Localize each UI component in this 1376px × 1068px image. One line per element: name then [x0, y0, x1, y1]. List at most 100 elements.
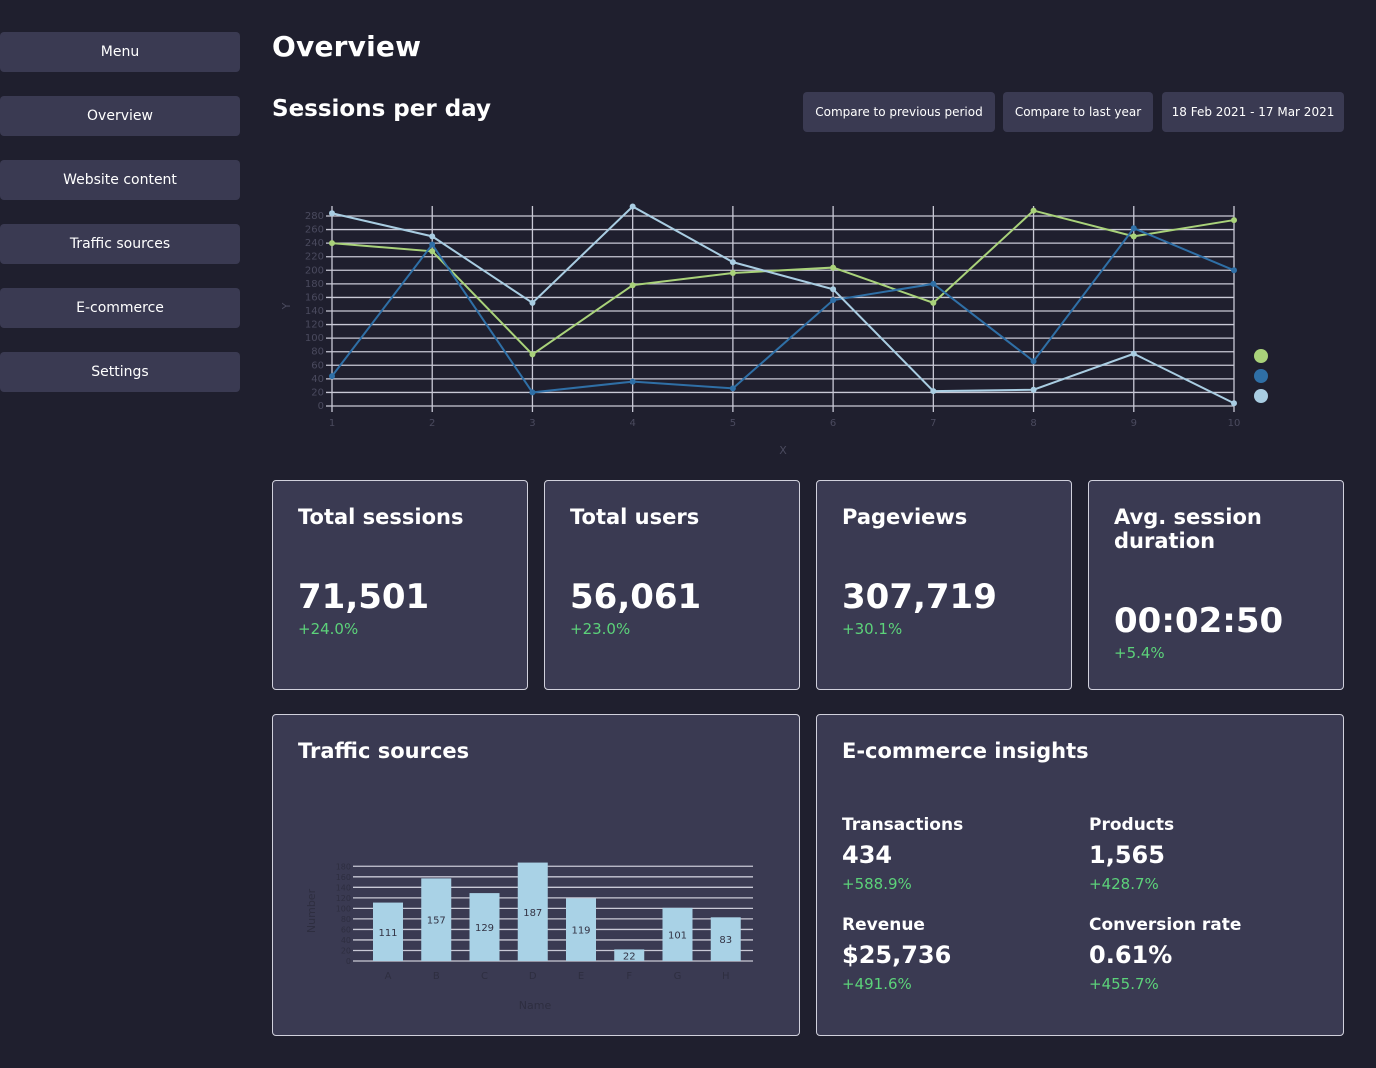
bar-value-label: 111 — [378, 928, 397, 939]
data-point-c — [529, 299, 536, 306]
stat-title: Total users — [570, 505, 700, 529]
conversion-rate-label: Conversion rate — [1089, 915, 1242, 935]
data-point-a — [529, 351, 536, 358]
conversion-rate-value: 0.61% — [1089, 941, 1173, 969]
y-tick-label: 0 — [346, 957, 351, 966]
data-point-b — [930, 280, 937, 287]
y-tick-label: 80 — [311, 347, 324, 358]
page-title: Overview — [272, 30, 422, 63]
data-point-a — [930, 299, 937, 306]
y-tick-label: 160 — [305, 292, 324, 303]
data-point-a — [1231, 217, 1237, 224]
x-tick-label: H — [722, 971, 730, 982]
data-point-a — [1130, 233, 1137, 240]
x-tick-label: 9 — [1131, 418, 1137, 429]
sidebar-item-traffic-sources[interactable]: Traffic sources — [0, 224, 240, 264]
bar-value-label: 101 — [668, 930, 687, 941]
data-point-a — [629, 282, 636, 289]
sidebar-item-e-commerce[interactable]: E-commerce — [0, 288, 240, 328]
transactions-change: +588.9% — [842, 875, 912, 893]
stat-title: Avg. session duration — [1114, 505, 1262, 553]
compare-last-year-button[interactable]: Compare to last year — [1003, 92, 1153, 132]
y-axis-label: Number — [305, 888, 318, 933]
y-tick-label: 140 — [336, 883, 351, 892]
bar-value-label: 187 — [523, 908, 542, 919]
data-point-c — [629, 203, 636, 210]
traffic-bar-chart: 0 2040 6080 100120 140160 180 111 A 157 B 129 C 187 D… — [305, 862, 753, 1012]
data-point-c — [429, 233, 436, 240]
x-tick-label: 6 — [830, 418, 836, 429]
data-point-a — [830, 264, 837, 271]
legend-marker-a — [1254, 349, 1268, 363]
stat-card-total-sessions: Total sessions 71,501 +24.0% — [272, 480, 528, 690]
x-tick-label: C — [481, 971, 488, 982]
sessions-chart-title: Sessions per day — [272, 96, 491, 122]
x-tick-label: 10 — [1228, 418, 1241, 429]
y-tick-label: 60 — [311, 360, 324, 371]
y-tick-label: 120 — [305, 320, 324, 331]
bar-value-label: 83 — [719, 935, 732, 946]
stat-card-avg-session-duration: Avg. session duration 00:02:50 +5.4% — [1088, 480, 1344, 690]
transactions-label: Transactions — [842, 815, 964, 835]
sidebar-item-settings[interactable]: Settings — [0, 352, 240, 392]
y-tick-label: 120 — [336, 894, 351, 903]
compare-previous-period-button[interactable]: Compare to previous period — [803, 92, 995, 132]
stat-title: Total sessions — [298, 505, 464, 529]
date-range-button[interactable]: 18 Feb 2021 - 17 Mar 2021 — [1162, 92, 1344, 132]
x-tick-label: A — [385, 971, 392, 982]
revenue-change: +491.6% — [842, 975, 912, 993]
stat-change: +30.1% — [842, 620, 903, 638]
series-line-c — [331, 205, 1235, 405]
x-tick-label: E — [578, 971, 584, 982]
data-point-c — [729, 259, 736, 266]
x-tick-label: 2 — [429, 418, 435, 429]
sidebar-item-menu[interactable]: Menu — [0, 32, 240, 72]
x-tick-label: 4 — [629, 418, 635, 429]
x-axis-label: Name — [519, 999, 552, 1012]
conversion-rate-change: +455.7% — [1089, 975, 1159, 993]
stat-card-total-users: Total users 56,061 +23.0% — [544, 480, 800, 690]
y-tick-label: 100 — [305, 333, 324, 344]
products-value: 1,565 — [1089, 841, 1165, 869]
data-point-c — [1130, 350, 1137, 357]
data-point-b — [529, 389, 536, 396]
x-tick-label: G — [674, 971, 682, 982]
stat-card-pageviews: Pageviews 307,719 +30.1% — [816, 480, 1072, 690]
data-point-b — [629, 378, 636, 385]
y-tick-label: 260 — [305, 225, 324, 236]
data-point-b — [729, 385, 736, 392]
bar-value-label: 22 — [623, 951, 636, 962]
y-tick-label: 180 — [305, 279, 324, 290]
ecommerce-title: E-commerce insights — [842, 739, 1089, 763]
data-point-a — [329, 240, 335, 247]
y-tick-label: 140 — [305, 306, 324, 317]
x-tick-label: 3 — [529, 418, 535, 429]
sidebar-item-website-content[interactable]: Website content — [0, 160, 240, 200]
series-line-b — [331, 226, 1235, 394]
data-point-a — [1030, 207, 1037, 214]
y-tick-label: 20 — [311, 387, 324, 398]
series-line-a — [331, 209, 1235, 356]
data-point-b — [1030, 358, 1037, 365]
data-point-b — [329, 373, 335, 380]
x-tick-label: 1 — [329, 418, 335, 429]
stat-change: +23.0% — [570, 620, 631, 638]
traffic-sources-title: Traffic sources — [298, 739, 470, 763]
stat-value: 56,061 — [570, 577, 702, 617]
stat-change: +24.0% — [298, 620, 359, 638]
y-tick-label: 40 — [341, 936, 351, 945]
revenue-value: $25,736 — [842, 941, 952, 969]
y-tick-label: 40 — [311, 374, 324, 385]
stat-change: +5.4% — [1114, 644, 1165, 662]
data-point-c — [1030, 386, 1037, 393]
y-tick-label: 0 — [318, 401, 324, 412]
sidebar-item-overview[interactable]: Overview — [0, 96, 240, 136]
y-tick-label: 160 — [336, 873, 351, 882]
y-tick-label: 220 — [305, 252, 324, 263]
x-tick-label: 7 — [930, 418, 936, 429]
x-axis-label: X — [779, 444, 787, 457]
sessions-line-chart: 0 20 40 60 80 100 120 140 160 180 200 220 240 260 280 1… — [280, 203, 1268, 457]
data-point-b — [429, 241, 436, 248]
data-point-c — [1231, 400, 1237, 407]
y-tick-label: 60 — [341, 925, 351, 934]
